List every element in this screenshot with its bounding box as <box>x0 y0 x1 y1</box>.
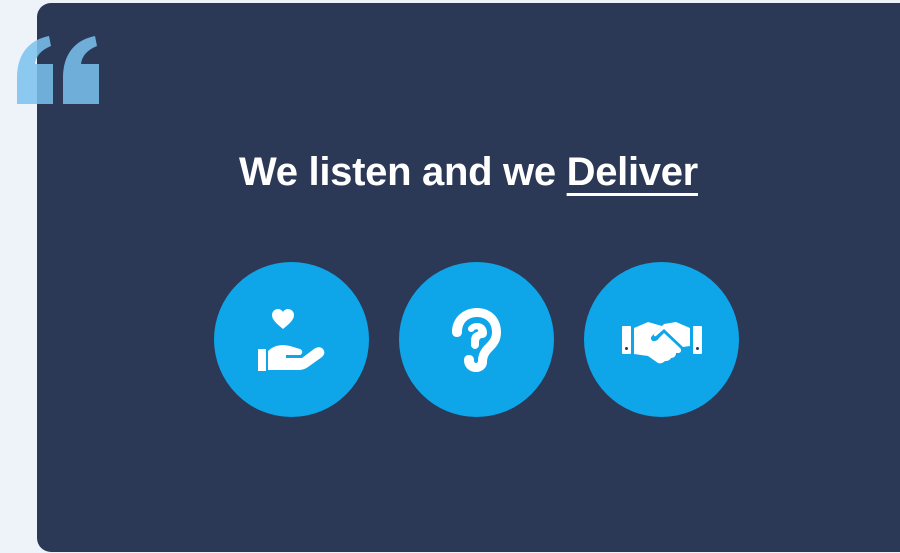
handshake-icon <box>621 321 702 363</box>
listen-icon-circle <box>399 262 554 417</box>
care-icon-circle <box>214 262 369 417</box>
page: We listen and we Deliver <box>0 0 900 553</box>
headline-text: We listen and we <box>239 150 567 194</box>
hand-heart-icon <box>257 308 324 371</box>
ear-icon <box>451 307 501 372</box>
quote-mark-icon <box>17 36 99 104</box>
headline: We listen and we Deliver <box>37 150 900 195</box>
partnership-icon-circle <box>584 262 739 417</box>
headline-emphasis: Deliver <box>566 150 699 194</box>
